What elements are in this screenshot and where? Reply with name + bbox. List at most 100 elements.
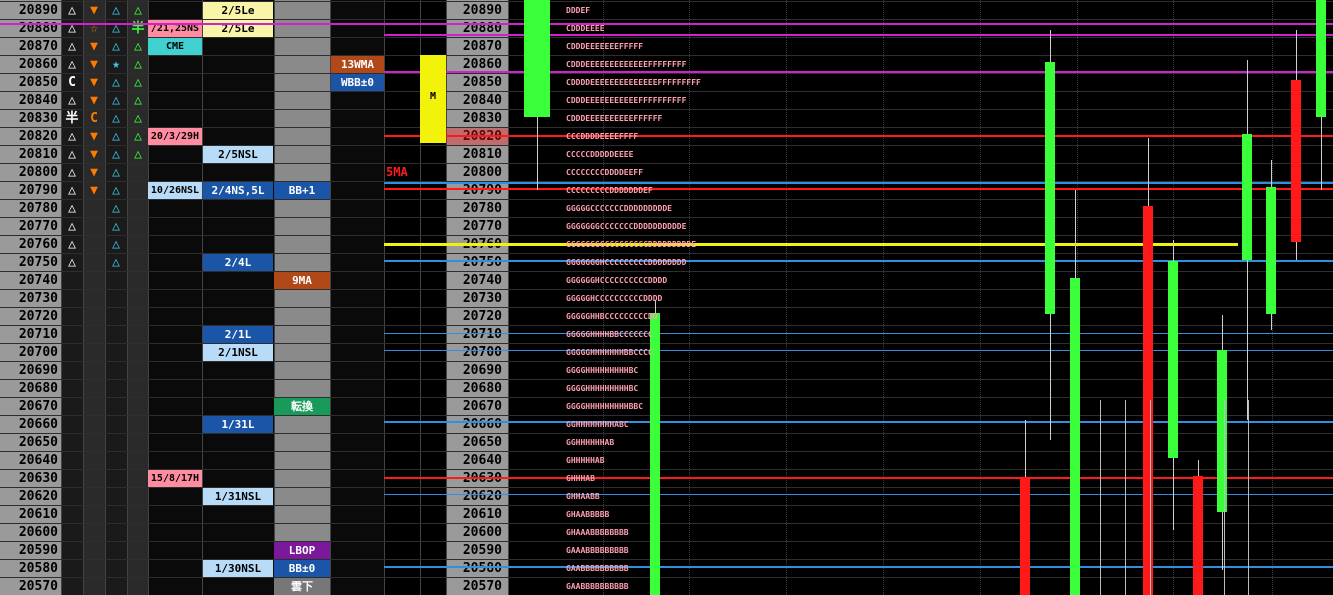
signal-symbol: △ (134, 111, 142, 126)
indicator-label-f: 9MA (274, 272, 330, 289)
price-label-right: 20680 (462, 381, 502, 396)
signal-symbol: △ (112, 39, 120, 54)
price-label-right: 20590 (462, 543, 502, 558)
price-ladder-chart: 20890 20890 20880 20880 20870 20870 20860 20860… (0, 0, 1333, 595)
tpo-row: GGGGGHHBCCCCCCCCCDD (566, 312, 658, 321)
price-label-left: 20640 (18, 453, 58, 468)
price-label-left: 20610 (18, 507, 58, 522)
signal-symbol: △ (134, 75, 142, 90)
event-label-d: CME (148, 38, 202, 55)
tpo-row: CDDDEEEEEEEEEEEFFFFFFFFFF (566, 96, 687, 105)
tpo-row: CCCDDDDEEEEFFFF (566, 132, 639, 141)
price-label-right: 20610 (462, 507, 502, 522)
tpo-row: GAABBBBBBBBBB (566, 582, 629, 591)
chart-gridline (980, 0, 981, 595)
signal-symbol: △ (112, 93, 120, 108)
price-highlight (446, 128, 508, 145)
tpo-row: GGGGHHHHHHHHHBC (566, 384, 639, 393)
row-divider (0, 235, 1333, 236)
candle-body (1316, 0, 1326, 117)
signal-symbol: △ (134, 39, 142, 54)
signal-symbol: △ (68, 183, 76, 198)
level-line (384, 182, 1333, 184)
event-label-e: 2/1NSL (203, 344, 273, 361)
tpo-row: GGGGGGGCCCCCCCDDDDDDDDDDE (566, 222, 687, 231)
level-line (384, 566, 1333, 568)
tpo-row: GHAAABBBBBBBB (566, 528, 629, 537)
signal-symbol: △ (134, 147, 142, 162)
price-label-left: 20690 (18, 363, 58, 378)
signal-symbol: △ (112, 3, 120, 18)
price-label-left: 20760 (18, 237, 58, 252)
tpo-row: CDDDEEEE (566, 24, 605, 33)
price-label-left: 20620 (18, 489, 58, 504)
level-line (384, 260, 1333, 262)
price-label-right: 20720 (462, 309, 502, 324)
level-line (384, 243, 1238, 246)
signal-symbol: △ (68, 57, 76, 72)
chart-gridline (786, 0, 787, 595)
row-divider (0, 523, 1333, 524)
price-label-left: 20660 (18, 417, 58, 432)
row-divider (0, 415, 1333, 416)
row-divider (0, 397, 1333, 398)
signal-symbol: △ (112, 255, 120, 270)
row-divider (0, 163, 1333, 164)
price-label-left: 20740 (18, 273, 58, 288)
row-divider (0, 541, 1333, 542)
tpo-row: GHHHHHAB (566, 456, 605, 465)
price-label-right: 20660 (462, 417, 502, 432)
signal-symbol: △ (68, 165, 76, 180)
price-label-right: 20700 (462, 345, 502, 360)
row-divider (0, 145, 1333, 146)
price-label-right: 20580 (462, 561, 502, 576)
tpo-row: GGGGGGGGCCCCCCCCCDDDDDDDDDE (566, 240, 697, 249)
event-label-e: 1/31L (203, 416, 273, 433)
row-divider (0, 55, 1333, 56)
tpo-row: GHHAABB (566, 492, 600, 501)
signal-symbol: ▼ (90, 93, 98, 108)
event-label-e: 2/5Le (203, 2, 273, 19)
m-marker-box: M (420, 55, 446, 143)
price-label-right: 20850 (462, 75, 502, 90)
price-label-right: 20870 (462, 39, 502, 54)
tpo-row: GGGGGCCCCCCCDDDDDDDDDE (566, 204, 672, 213)
price-label-right: 20780 (462, 201, 502, 216)
signal-symbol: △ (112, 75, 120, 90)
signal-symbol: △ (68, 39, 76, 54)
event-label-d: 10/26NSL (148, 182, 202, 199)
candle-body (1193, 476, 1203, 595)
level-line (384, 333, 1333, 334)
row-divider (0, 325, 1333, 326)
candle-body (524, 0, 550, 117)
price-label-left: 20590 (18, 543, 58, 558)
tpo-row: CDDDEEEEEEEEEEEEEFFFFFFFF (566, 60, 687, 69)
tpo-row: DDDEF (566, 6, 591, 15)
price-label-right: 20840 (462, 93, 502, 108)
signal-symbol: △ (112, 147, 120, 162)
signal-symbol: △ (112, 201, 120, 216)
price-label-left: 20650 (18, 435, 58, 450)
event-label-e: 1/31NSL (203, 488, 273, 505)
row-divider (0, 559, 1333, 560)
candle-wick (1125, 400, 1126, 595)
tpo-row: GGGGHHHHHHHHHBC (566, 366, 639, 375)
candle-body (1045, 62, 1055, 314)
price-label-left: 20600 (18, 525, 58, 540)
tpo-row: GGGGGGGHCCCCCCCCCDDDDDDDD (566, 258, 687, 267)
candle-body (1291, 80, 1301, 242)
row-divider (0, 253, 1333, 254)
signal-symbol: △ (112, 237, 120, 252)
price-label-left: 20710 (18, 327, 58, 342)
signal-symbol: △ (68, 3, 76, 18)
price-label-left: 20720 (18, 309, 58, 324)
tpo-row: CDDDEEEEEEEFFFFF (566, 42, 644, 51)
row-divider (0, 109, 1333, 110)
signal-symbol: ▼ (90, 57, 98, 72)
event-label-d: 15/8/17H (148, 470, 202, 487)
candle-wick (1150, 400, 1151, 595)
signal-symbol: C (90, 111, 98, 126)
candle-body (1143, 206, 1153, 595)
price-label-left: 20790 (18, 183, 58, 198)
candle-body (1242, 134, 1252, 260)
